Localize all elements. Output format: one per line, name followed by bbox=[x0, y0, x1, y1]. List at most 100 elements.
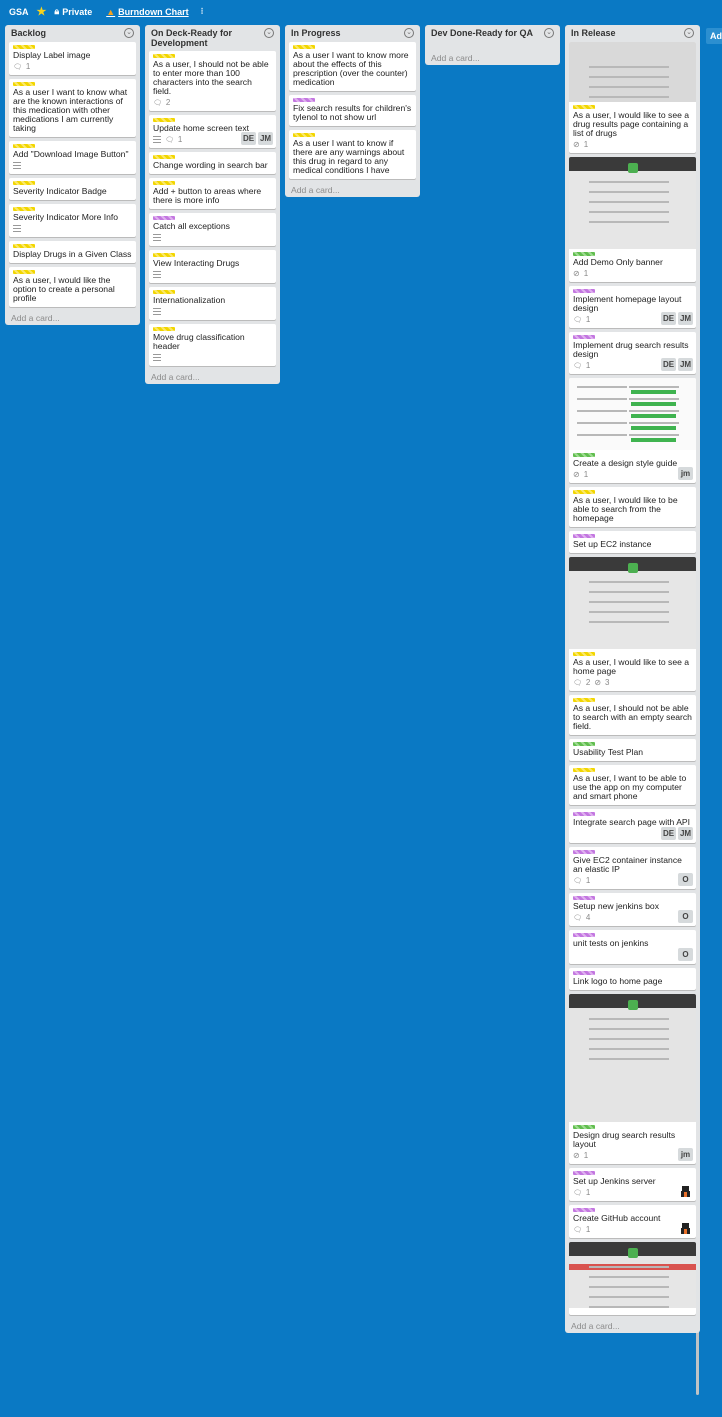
card[interactable]: Set up Jenkins server 🗨︎ 1 bbox=[569, 1168, 696, 1201]
member-photo-avatar[interactable] bbox=[678, 1222, 693, 1235]
add-card-link[interactable]: Add a card... bbox=[149, 370, 276, 384]
comment-icon: 🗨︎ bbox=[13, 63, 22, 71]
card[interactable]: Design drug search results layout ⊘ 1 jm bbox=[569, 994, 696, 1164]
card-title: Set up Jenkins server bbox=[573, 1176, 656, 1186]
list-backlog: Backlog ⌄ Display Label image 🗨︎ 1 As a user … bbox=[5, 25, 140, 325]
member-avatar[interactable]: O bbox=[678, 948, 693, 961]
list-menu-icon[interactable]: ⌄ bbox=[684, 28, 694, 38]
burndown-chart-link[interactable]: ▲ Burndown Chart bbox=[106, 7, 188, 17]
label-purple bbox=[573, 933, 595, 937]
card[interactable]: Display Label image 🗨︎ 1 bbox=[9, 42, 136, 75]
attachment-icon: ⊘ bbox=[573, 1151, 580, 1160]
attachment-count: 1 bbox=[583, 269, 589, 278]
card-title: Catch all exceptions bbox=[153, 221, 230, 231]
list-title: Dev Done-Ready for QA bbox=[431, 28, 534, 38]
cover-text-line bbox=[589, 181, 669, 183]
card[interactable]: Display Drugs in a Given Class bbox=[9, 241, 136, 263]
list-header: In Progress ⌄ bbox=[289, 25, 416, 42]
card[interactable]: Severity Indicator Badge bbox=[9, 178, 136, 200]
list-menu-icon[interactable]: ⌄ bbox=[264, 28, 274, 38]
member-photo-avatar[interactable] bbox=[678, 1185, 693, 1198]
list-menu-icon[interactable]: ⌄ bbox=[404, 28, 414, 38]
description-icon bbox=[153, 354, 161, 361]
member-avatar[interactable]: jm bbox=[678, 1148, 693, 1161]
header-menu-icon[interactable]: ⁝ bbox=[201, 6, 204, 17]
star-icon[interactable]: ★ bbox=[37, 5, 47, 18]
card[interactable]: Catch all exceptions bbox=[149, 213, 276, 246]
member-avatar[interactable]: DE bbox=[661, 312, 676, 325]
card[interactable]: Update home screen text 🗨︎ 1 DE JM bbox=[149, 115, 276, 148]
cover-text-line bbox=[589, 76, 669, 78]
card[interactable]: Add + button to areas where there is mor… bbox=[149, 178, 276, 209]
card-title: Display Label image bbox=[13, 50, 91, 60]
card[interactable]: Create a design style guide ⊘ 1 jm bbox=[569, 378, 696, 483]
card[interactable]: As a user, I want to be able to use the … bbox=[569, 765, 696, 805]
cover-text-line bbox=[577, 386, 627, 388]
card[interactable]: unit tests on jenkins O bbox=[569, 930, 696, 964]
card-labels bbox=[153, 54, 272, 58]
add-list-button[interactable]: Ad bbox=[706, 28, 722, 44]
card[interactable]: Fix search results for children's tyleno… bbox=[289, 95, 416, 126]
card[interactable]: As a user, I should not be able to enter… bbox=[149, 51, 276, 111]
add-card-link[interactable]: Add a card... bbox=[569, 1319, 696, 1333]
member-avatar[interactable]: DE bbox=[661, 358, 676, 371]
card-title: Add + button to areas where there is mor… bbox=[153, 186, 262, 205]
comment-icon: 🗨︎ bbox=[573, 1226, 582, 1234]
add-card-link[interactable]: Add a card... bbox=[429, 51, 556, 65]
label-yellow bbox=[573, 105, 595, 109]
card-labels bbox=[573, 453, 692, 457]
member-avatar[interactable]: O bbox=[678, 873, 693, 886]
list-menu-icon[interactable]: ⌄ bbox=[124, 28, 134, 38]
card[interactable]: Give EC2 container instance an elastic I… bbox=[569, 847, 696, 889]
card-labels bbox=[13, 45, 132, 49]
member-avatar[interactable]: JM bbox=[678, 312, 693, 325]
member-avatar[interactable]: O bbox=[678, 910, 693, 923]
card[interactable]: Implement homepage layout design 🗨︎ 1 DE JM bbox=[569, 286, 696, 328]
list-header: Backlog ⌄ bbox=[9, 25, 136, 42]
card-members: DE JM bbox=[661, 827, 693, 840]
card[interactable]: Set up EC2 instance bbox=[569, 531, 696, 553]
card[interactable]: Add "Download Image Button" bbox=[9, 141, 136, 174]
board-name[interactable]: GSA bbox=[9, 7, 29, 17]
member-avatar[interactable]: DE bbox=[241, 132, 256, 145]
card[interactable]: As a user, I should not be able to searc… bbox=[569, 695, 696, 735]
visibility-button[interactable]: 🔒︎ Private bbox=[54, 6, 92, 17]
member-avatar[interactable]: JM bbox=[678, 827, 693, 840]
card[interactable] bbox=[569, 1242, 696, 1315]
member-avatar[interactable]: JM bbox=[258, 132, 273, 145]
card[interactable]: Integrate search page with API DE JM bbox=[569, 809, 696, 843]
cover-logo-icon bbox=[627, 563, 638, 573]
member-avatar[interactable]: jm bbox=[678, 467, 693, 480]
card[interactable]: As a user, I would like to see a home pa… bbox=[569, 557, 696, 691]
attachment-count: 1 bbox=[583, 1151, 589, 1160]
card-badges bbox=[153, 353, 272, 362]
card-labels bbox=[573, 335, 692, 339]
card[interactable]: View Interacting Drugs bbox=[149, 250, 276, 283]
card-labels bbox=[573, 534, 692, 538]
add-card-link[interactable]: Add a card... bbox=[289, 183, 416, 197]
card[interactable]: Implement drug search results design 🗨︎ 1 D… bbox=[569, 332, 696, 374]
card[interactable]: As a user I want to know what are the kn… bbox=[9, 79, 136, 137]
cover-text-line bbox=[589, 191, 669, 193]
card[interactable]: As a user I want to know if there are an… bbox=[289, 130, 416, 179]
list-menu-icon[interactable]: ⌄ bbox=[544, 28, 554, 38]
member-avatar[interactable]: JM bbox=[678, 358, 693, 371]
card[interactable]: As a user, I would like to be able to se… bbox=[569, 487, 696, 527]
card[interactable]: Setup new jenkins box 🗨︎ 4 O bbox=[569, 893, 696, 926]
card[interactable]: Severity Indicator More Info bbox=[9, 204, 136, 237]
card[interactable]: As a user, I would like to see a drug re… bbox=[569, 42, 696, 153]
card[interactable]: Add Demo Only banner ⊘ 1 bbox=[569, 157, 696, 282]
card-labels bbox=[573, 896, 692, 900]
card[interactable]: As a user, I would like the option to cr… bbox=[9, 267, 136, 307]
card[interactable]: Link logo to home page bbox=[569, 968, 696, 990]
add-card-link[interactable]: Add a card... bbox=[9, 311, 136, 325]
card[interactable]: Internationalization bbox=[149, 287, 276, 320]
card[interactable]: Change wording in search bar bbox=[149, 152, 276, 174]
card[interactable]: Usability Test Plan bbox=[569, 739, 696, 761]
label-yellow bbox=[13, 244, 35, 248]
card[interactable]: Move drug classification header bbox=[149, 324, 276, 366]
card[interactable]: As a user I want to know more about the … bbox=[289, 42, 416, 91]
member-avatar[interactable]: DE bbox=[661, 827, 676, 840]
card[interactable]: Create GitHub account 🗨︎ 1 bbox=[569, 1205, 696, 1238]
comment-count: 4 bbox=[585, 913, 591, 922]
